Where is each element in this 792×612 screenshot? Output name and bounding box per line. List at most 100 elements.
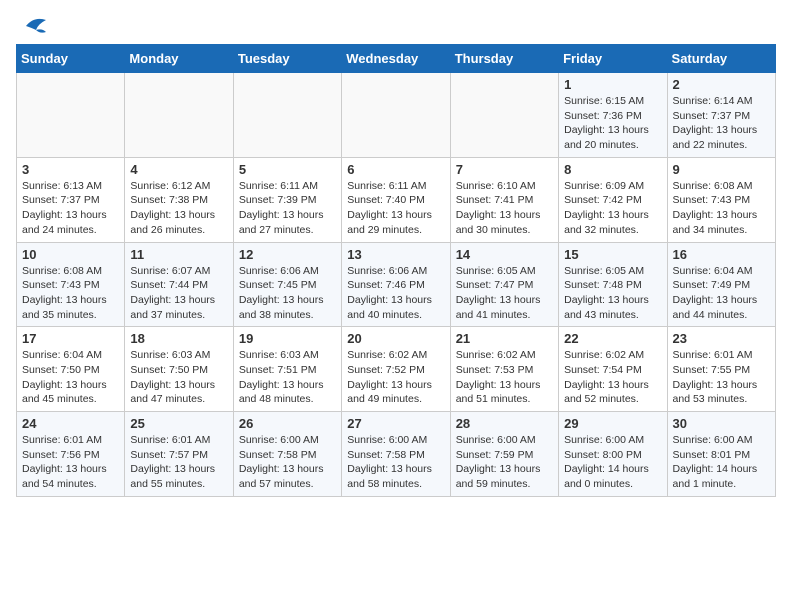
day-number: 8: [564, 162, 661, 177]
calendar-cell: 13 Sunrise: 6:06 AM Sunset: 7:46 PM Dayli…: [342, 242, 450, 327]
calendar-week-row: 10 Sunrise: 6:08 AM Sunset: 7:43 PM Dayli…: [17, 242, 776, 327]
calendar-cell: 28 Sunrise: 6:00 AM Sunset: 7:59 PM Dayli…: [450, 412, 558, 497]
calendar-cell: 24 Sunrise: 6:01 AM Sunset: 7:56 PM Dayli…: [17, 412, 125, 497]
day-number: 4: [130, 162, 227, 177]
day-number: 11: [130, 247, 227, 262]
day-number: 21: [456, 331, 553, 346]
day-info: Sunrise: 6:08 AM Sunset: 7:43 PM Dayligh…: [22, 264, 119, 323]
day-info: Sunrise: 6:00 AM Sunset: 8:00 PM Dayligh…: [564, 433, 661, 492]
calendar-cell: [342, 73, 450, 158]
calendar-cell: 23 Sunrise: 6:01 AM Sunset: 7:55 PM Dayli…: [667, 327, 775, 412]
day-info: Sunrise: 6:13 AM Sunset: 7:37 PM Dayligh…: [22, 179, 119, 238]
calendar-cell: 17 Sunrise: 6:04 AM Sunset: 7:50 PM Dayli…: [17, 327, 125, 412]
calendar-cell: 21 Sunrise: 6:02 AM Sunset: 7:53 PM Dayli…: [450, 327, 558, 412]
day-number: 7: [456, 162, 553, 177]
calendar-cell: 29 Sunrise: 6:00 AM Sunset: 8:00 PM Dayli…: [559, 412, 667, 497]
day-number: 28: [456, 416, 553, 431]
day-info: Sunrise: 6:12 AM Sunset: 7:38 PM Dayligh…: [130, 179, 227, 238]
day-number: 26: [239, 416, 336, 431]
day-info: Sunrise: 6:08 AM Sunset: 7:43 PM Dayligh…: [673, 179, 770, 238]
day-number: 9: [673, 162, 770, 177]
day-info: Sunrise: 6:06 AM Sunset: 7:46 PM Dayligh…: [347, 264, 444, 323]
calendar-cell: 30 Sunrise: 6:00 AM Sunset: 8:01 PM Dayli…: [667, 412, 775, 497]
calendar-week-row: 1 Sunrise: 6:15 AM Sunset: 7:36 PM Daylig…: [17, 73, 776, 158]
weekday-header: Tuesday: [233, 45, 341, 73]
calendar-cell: 27Sunrise: 6:00 AM Sunset: 7:58 PM Dayli…: [342, 412, 450, 497]
day-info: Sunrise: 6:11 AM Sunset: 7:40 PM Dayligh…: [347, 179, 444, 238]
calendar-cell: 10 Sunrise: 6:08 AM Sunset: 7:43 PM Dayli…: [17, 242, 125, 327]
calendar-cell: 22Sunrise: 6:02 AM Sunset: 7:54 PM Dayli…: [559, 327, 667, 412]
calendar-cell: 8 Sunrise: 6:09 AM Sunset: 7:42 PM Daylig…: [559, 157, 667, 242]
calendar-cell: [125, 73, 233, 158]
day-number: 27: [347, 416, 444, 431]
day-info: Sunrise: 6:00 AM Sunset: 7:59 PM Dayligh…: [456, 433, 553, 492]
calendar-cell: 25Sunrise: 6:01 AM Sunset: 7:57 PM Dayli…: [125, 412, 233, 497]
calendar-cell: 3 Sunrise: 6:13 AM Sunset: 7:37 PM Daylig…: [17, 157, 125, 242]
day-number: 17: [22, 331, 119, 346]
calendar-week-row: 24 Sunrise: 6:01 AM Sunset: 7:56 PM Dayli…: [17, 412, 776, 497]
day-info: Sunrise: 6:06 AM Sunset: 7:45 PM Dayligh…: [239, 264, 336, 323]
day-info: Sunrise: 6:04 AM Sunset: 7:49 PM Dayligh…: [673, 264, 770, 323]
page-header: [16, 16, 776, 32]
calendar-cell: 9 Sunrise: 6:08 AM Sunset: 7:43 PM Daylig…: [667, 157, 775, 242]
day-info: Sunrise: 6:01 AM Sunset: 7:57 PM Dayligh…: [130, 433, 227, 492]
calendar-cell: 1 Sunrise: 6:15 AM Sunset: 7:36 PM Daylig…: [559, 73, 667, 158]
logo: [16, 16, 50, 32]
calendar-cell: 11 Sunrise: 6:07 AM Sunset: 7:44 PM Dayli…: [125, 242, 233, 327]
day-info: Sunrise: 6:05 AM Sunset: 7:48 PM Dayligh…: [564, 264, 661, 323]
day-number: 24: [22, 416, 119, 431]
day-number: 18: [130, 331, 227, 346]
calendar-week-row: 17 Sunrise: 6:04 AM Sunset: 7:50 PM Dayli…: [17, 327, 776, 412]
calendar-week-row: 3 Sunrise: 6:13 AM Sunset: 7:37 PM Daylig…: [17, 157, 776, 242]
day-info: Sunrise: 6:09 AM Sunset: 7:42 PM Dayligh…: [564, 179, 661, 238]
logo-bird-icon: [18, 16, 50, 38]
day-info: Sunrise: 6:01 AM Sunset: 7:55 PM Dayligh…: [673, 348, 770, 407]
day-number: 1: [564, 77, 661, 92]
calendar-header-row: SundayMondayTuesdayWednesdayThursdayFrid…: [17, 45, 776, 73]
day-info: Sunrise: 6:03 AM Sunset: 7:51 PM Dayligh…: [239, 348, 336, 407]
day-number: 15: [564, 247, 661, 262]
day-number: 3: [22, 162, 119, 177]
day-info: Sunrise: 6:00 AM Sunset: 8:01 PM Dayligh…: [673, 433, 770, 492]
day-number: 12: [239, 247, 336, 262]
calendar-cell: 2Sunrise: 6:14 AM Sunset: 7:37 PM Daylig…: [667, 73, 775, 158]
calendar-cell: 4 Sunrise: 6:12 AM Sunset: 7:38 PM Daylig…: [125, 157, 233, 242]
day-info: Sunrise: 6:07 AM Sunset: 7:44 PM Dayligh…: [130, 264, 227, 323]
day-number: 29: [564, 416, 661, 431]
weekday-header: Sunday: [17, 45, 125, 73]
day-info: Sunrise: 6:04 AM Sunset: 7:50 PM Dayligh…: [22, 348, 119, 407]
calendar-cell: [17, 73, 125, 158]
day-info: Sunrise: 6:01 AM Sunset: 7:56 PM Dayligh…: [22, 433, 119, 492]
calendar-cell: 7 Sunrise: 6:10 AM Sunset: 7:41 PM Daylig…: [450, 157, 558, 242]
day-number: 13: [347, 247, 444, 262]
day-number: 22: [564, 331, 661, 346]
day-info: Sunrise: 6:02 AM Sunset: 7:53 PM Dayligh…: [456, 348, 553, 407]
day-number: 6: [347, 162, 444, 177]
calendar-cell: [450, 73, 558, 158]
weekday-header: Monday: [125, 45, 233, 73]
day-number: 14: [456, 247, 553, 262]
day-number: 23: [673, 331, 770, 346]
day-number: 5: [239, 162, 336, 177]
weekday-header: Saturday: [667, 45, 775, 73]
calendar-cell: 26 Sunrise: 6:00 AM Sunset: 7:58 PM Dayli…: [233, 412, 341, 497]
day-number: 20: [347, 331, 444, 346]
day-info: Sunrise: 6:00 AM Sunset: 7:58 PM Dayligh…: [239, 433, 336, 492]
calendar-cell: 19 Sunrise: 6:03 AM Sunset: 7:51 PM Dayli…: [233, 327, 341, 412]
calendar-cell: 14Sunrise: 6:05 AM Sunset: 7:47 PM Dayli…: [450, 242, 558, 327]
day-info: Sunrise: 6:14 AM Sunset: 7:37 PM Dayligh…: [673, 94, 770, 153]
calendar-cell: 5Sunrise: 6:11 AM Sunset: 7:39 PM Daylig…: [233, 157, 341, 242]
day-info: Sunrise: 6:10 AM Sunset: 7:41 PM Dayligh…: [456, 179, 553, 238]
weekday-header: Wednesday: [342, 45, 450, 73]
calendar-body: 1 Sunrise: 6:15 AM Sunset: 7:36 PM Daylig…: [17, 73, 776, 497]
day-number: 10: [22, 247, 119, 262]
weekday-header: Friday: [559, 45, 667, 73]
day-number: 19: [239, 331, 336, 346]
day-info: Sunrise: 6:15 AM Sunset: 7:36 PM Dayligh…: [564, 94, 661, 153]
calendar-cell: 12 Sunrise: 6:06 AM Sunset: 7:45 PM Dayli…: [233, 242, 341, 327]
day-number: 30: [673, 416, 770, 431]
calendar-cell: [233, 73, 341, 158]
day-info: Sunrise: 6:03 AM Sunset: 7:50 PM Dayligh…: [130, 348, 227, 407]
calendar-table: SundayMondayTuesdayWednesdayThursdayFrid…: [16, 44, 776, 497]
calendar-cell: 16Sunrise: 6:04 AM Sunset: 7:49 PM Dayli…: [667, 242, 775, 327]
